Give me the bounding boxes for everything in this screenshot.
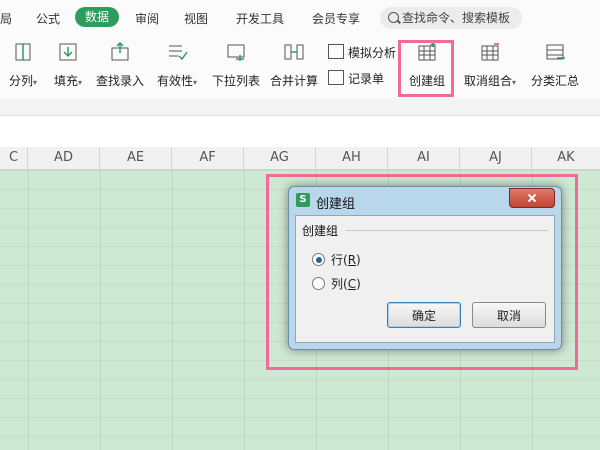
row-option[interactable]: 行(R) [312, 251, 361, 268]
subtotal-button[interactable]: 分类汇总 [526, 38, 584, 94]
column-header[interactable]: AK [532, 147, 600, 169]
split-columns-label: 分列 [8, 74, 33, 88]
column-header[interactable]: AD [28, 147, 100, 169]
column-option[interactable]: 列(C) [312, 275, 361, 292]
search-icon [388, 12, 399, 23]
menu-item-review[interactable]: 审阅 [135, 10, 159, 27]
search-placeholder: 查找命令、搜索模板 [402, 11, 511, 25]
ribbon-toolbar: 分列▾ 填充▾ 查找录入 有效性▾ 下拉列表 合并计算 模拟分析 记录单 创建组… [0, 38, 600, 98]
wps-app-icon: S [296, 193, 310, 207]
fill-button[interactable]: 填充▾ [46, 38, 90, 94]
ungroup-label: 取消组合 [463, 74, 512, 88]
menu-item-data[interactable]: 数据 [75, 7, 119, 27]
ungroup-button[interactable]: 取消组合▾ [458, 38, 522, 94]
column-header[interactable]: AH [316, 147, 388, 169]
dropdown-list-icon [227, 44, 245, 61]
column-header[interactable]: AI [388, 147, 460, 169]
cancel-button[interactable]: 取消 [472, 302, 546, 328]
create-group-dialog: S 创建组 创建组 行(R) 列(C) 确定 取消 [288, 186, 562, 350]
lookup-entry-icon [111, 42, 129, 61]
row-option-key: R [347, 253, 357, 267]
formula-bar[interactable] [0, 115, 600, 148]
fill-label: 填充 [53, 74, 78, 88]
column-header[interactable]: AE [100, 147, 172, 169]
menu-item-member[interactable]: 会员专享 [312, 10, 360, 27]
dialog-title-bar[interactable]: S 创建组 [289, 187, 561, 215]
validity-button[interactable]: 有效性▾ [150, 38, 204, 94]
menu-item-formula[interactable]: 公式 [36, 10, 60, 27]
what-if-label: 模拟分析 [348, 46, 397, 60]
dropdown-list-button[interactable]: 下拉列表 [208, 38, 264, 94]
lookup-entry-label: 查找录入 [95, 74, 144, 88]
dropdown-list-label: 下拉列表 [211, 74, 260, 88]
consolidate-button[interactable]: 合并计算 [266, 38, 322, 94]
dialog-title: 创建组 [316, 197, 356, 212]
subtotal-icon [546, 44, 565, 60]
toolbar-separator-band [0, 98, 600, 115]
ok-button[interactable]: 确定 [387, 302, 461, 328]
consolidate-label: 合并计算 [269, 74, 318, 88]
subtotal-label: 分类汇总 [530, 74, 579, 88]
validity-icon [169, 45, 188, 61]
create-group-highlight [398, 40, 454, 97]
row-option-tail: ) [356, 253, 361, 267]
column-option-key: C [347, 277, 357, 291]
column-option-text: 列( [331, 277, 348, 291]
record-form-label: 记录单 [348, 72, 385, 86]
menu-item-view[interactable]: 视图 [184, 10, 208, 27]
group-divider [346, 230, 548, 231]
what-if-icon [328, 44, 344, 59]
column-header[interactable]: AF [172, 147, 244, 169]
record-form-icon [328, 70, 344, 85]
column-header[interactable]: AG [244, 147, 316, 169]
group-label: 创建组 [302, 224, 339, 238]
dialog-body: 创建组 行(R) 列(C) 确定 取消 [295, 215, 555, 343]
fill-icon [59, 43, 77, 61]
command-search-box[interactable]: 查找命令、搜索模板 [380, 7, 522, 29]
column-header[interactable]: AJ [460, 147, 532, 169]
split-columns-button[interactable]: 分列▾ [0, 38, 46, 94]
close-button[interactable] [509, 188, 555, 208]
column-option-tail: ) [356, 277, 361, 291]
ungroup-icon [481, 43, 499, 61]
lookup-entry-button[interactable]: 查找录入 [92, 38, 148, 94]
validity-label: 有效性 [156, 74, 193, 88]
record-form-button[interactable]: 记录单 [328, 70, 384, 88]
row-radio[interactable] [312, 253, 325, 266]
row-option-text: 行( [331, 253, 348, 267]
what-if-analysis-button[interactable]: 模拟分析 [328, 44, 396, 62]
menu-bar: 局 公式 数据 审阅 视图 开发工具 会员专享 查找命令、搜索模板 [0, 0, 600, 38]
column-header[interactable]: C [0, 147, 28, 169]
consolidate-icon [284, 44, 304, 60]
menu-item-dev-tools[interactable]: 开发工具 [236, 10, 284, 27]
column-radio[interactable] [312, 277, 325, 290]
menu-item-page-layout[interactable]: 局 [0, 10, 12, 27]
column-header-row: C AD AE AF AG AH AI AJ AK [0, 147, 600, 170]
split-columns-icon [15, 43, 31, 61]
